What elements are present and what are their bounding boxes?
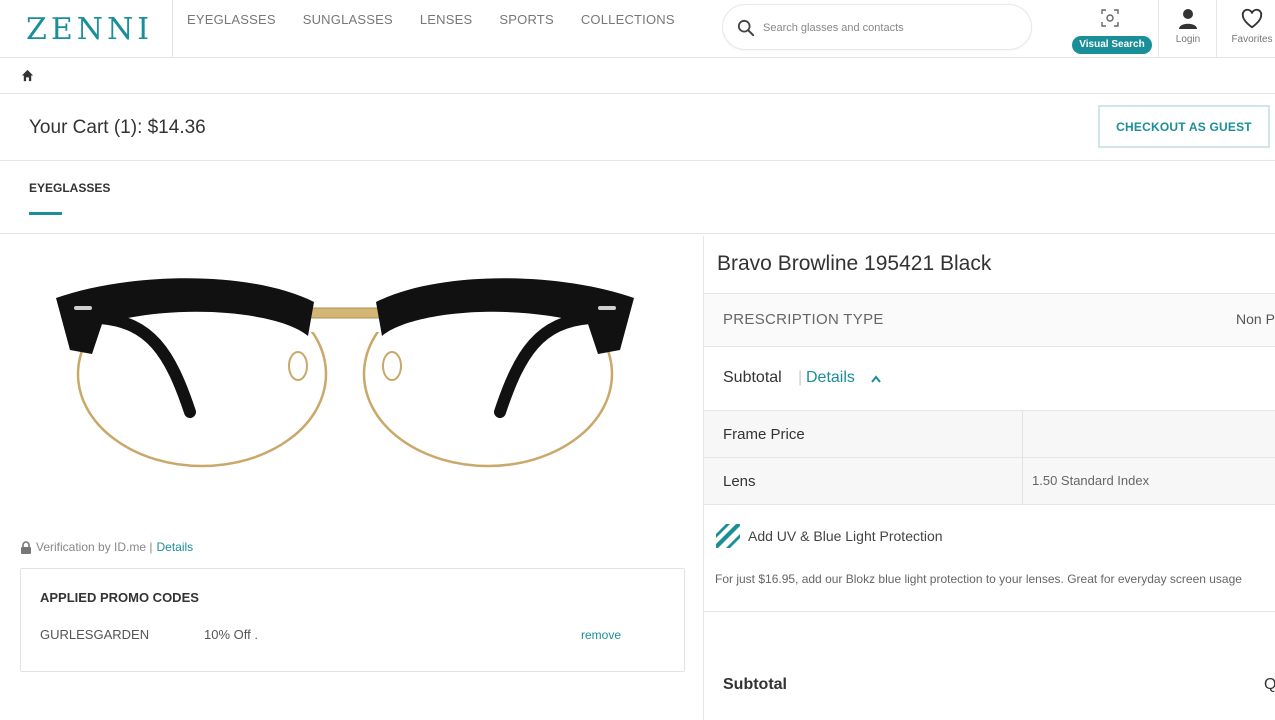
frame-price-label: Frame Price — [723, 426, 805, 443]
blue-light-icon — [716, 524, 740, 548]
subtotal-total-value: Q — [1264, 676, 1275, 693]
site-header: ZENNI EYEGLASSES SUNGLASSES LENSES SPORT… — [0, 0, 1275, 58]
subtotal-total-label: Subtotal — [723, 676, 787, 693]
user-icon — [1179, 9, 1197, 29]
search-bar[interactable] — [722, 4, 1032, 50]
cart-page: ZENNI EYEGLASSES SUNGLASSES LENSES SPORT… — [0, 0, 1275, 720]
nav-item-lenses[interactable]: LENSES — [420, 12, 473, 27]
header-divider — [1158, 0, 1159, 58]
chevron-up-icon[interactable] — [871, 375, 881, 383]
camera-scan-icon — [1101, 9, 1119, 27]
zenni-logo[interactable]: ZENNI — [26, 12, 153, 47]
promo-code: GURLESGARDEN — [40, 627, 150, 642]
product-name[interactable]: Bravo Browline 195421 Black — [717, 252, 991, 276]
verification-text: Verification by ID.me | — [36, 540, 153, 554]
nav-item-sports[interactable]: SPORTS — [499, 12, 553, 27]
order-summary: Bravo Browline 195421 Black PRESCRIPTION… — [703, 236, 1275, 720]
cell-divider — [1022, 458, 1023, 505]
lock-icon — [21, 540, 31, 554]
visual-search-badge[interactable]: Visual Search — [1072, 36, 1152, 54]
product-image — [40, 262, 650, 468]
price-breakdown-table: Frame Price Lens 1.50 Standard Index — [704, 410, 1275, 506]
remove-promo-link[interactable]: remove — [581, 628, 621, 642]
login-button[interactable]: Login — [1165, 8, 1211, 45]
visual-search[interactable]: Visual Search — [1068, 6, 1154, 54]
table-row: Lens 1.50 Standard Index — [704, 458, 1275, 505]
search-icon[interactable] — [737, 19, 755, 37]
prescription-type-label: PRESCRIPTION TYPE — [723, 311, 884, 328]
lens-label: Lens — [723, 473, 756, 490]
cell-divider — [1022, 411, 1023, 458]
subtotal-row: Subtotal | Details — [704, 347, 1275, 409]
promo-heading: APPLIED PROMO CODES — [40, 590, 199, 605]
subtotal-label: Subtotal — [723, 369, 782, 386]
heart-icon — [1241, 8, 1263, 29]
lens-value: 1.50 Standard Index — [1032, 473, 1150, 488]
verification-note: Verification by ID.me | Details — [20, 540, 193, 554]
header-divider — [1216, 0, 1217, 58]
home-icon[interactable] — [21, 69, 34, 82]
page-title: Your Cart (1): $14.36 — [29, 117, 206, 138]
prescription-type-value: Non Pr — [1236, 311, 1275, 327]
header-divider — [172, 0, 173, 58]
tab-eyeglasses[interactable]: EYEGLASSES — [29, 181, 110, 195]
subtotal-details-link[interactable]: Details — [806, 369, 855, 387]
cart-header: Your Cart (1): $14.36 CHECKOUT AS GUEST — [0, 95, 1275, 161]
login-label: Login — [1175, 34, 1201, 45]
favorites-label: Favorites — [1231, 34, 1273, 45]
separator: | — [798, 369, 803, 386]
search-input[interactable] — [763, 17, 1018, 39]
uv-protection-description: For just $16.95, add our Blokz blue ligh… — [715, 572, 1242, 586]
prescription-type-row: PRESCRIPTION TYPE Non Pr — [704, 293, 1275, 347]
checkout-as-guest-button[interactable]: CHECKOUT AS GUEST — [1098, 105, 1270, 148]
applied-promo-codes: APPLIED PROMO CODES GURLESGARDEN 10% Off… — [20, 568, 685, 672]
uv-protection-upsell: Add UV & Blue Light Protection For just … — [704, 508, 1275, 612]
main-nav: EYEGLASSES SUNGLASSES LENSES SPORTS COLL… — [187, 12, 675, 27]
favorites-button[interactable]: Favorites — [1224, 8, 1275, 45]
nav-item-collections[interactable]: COLLECTIONS — [581, 12, 675, 27]
verification-details-link[interactable]: Details — [157, 540, 194, 554]
promo-discount: 10% Off . — [204, 627, 258, 642]
table-row: Frame Price — [704, 411, 1275, 458]
uv-protection-title[interactable]: Add UV & Blue Light Protection — [748, 528, 943, 544]
breadcrumb — [0, 58, 1275, 94]
active-tab-indicator — [29, 212, 62, 215]
cart-tabs: EYEGLASSES — [0, 162, 1275, 234]
nav-item-sunglasses[interactable]: SUNGLASSES — [303, 12, 393, 27]
nav-item-eyeglasses[interactable]: EYEGLASSES — [187, 12, 276, 27]
